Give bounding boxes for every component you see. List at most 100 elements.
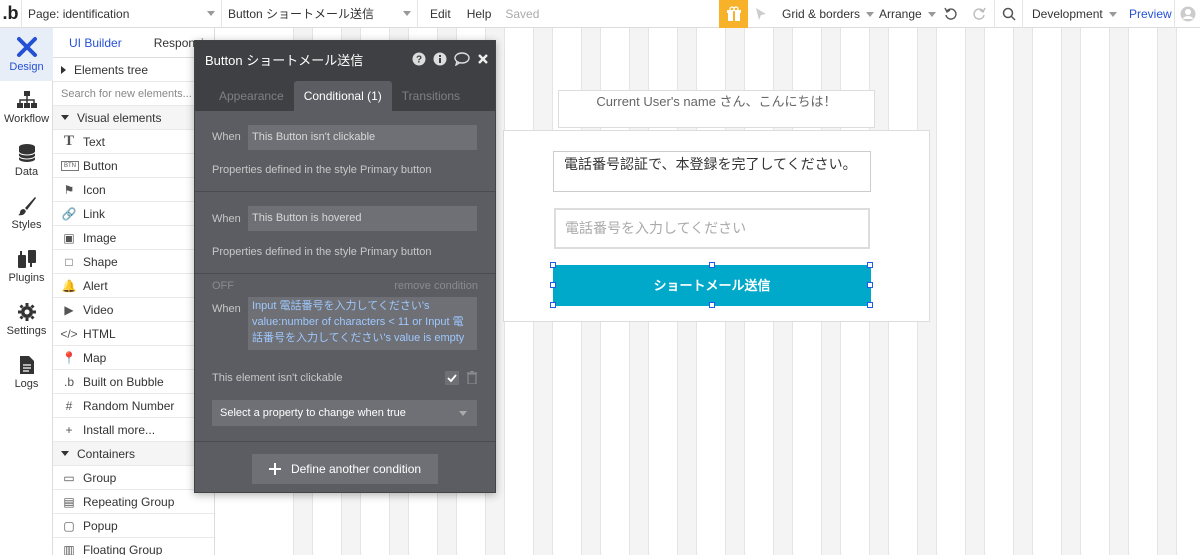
panel-title: Button ショートメール送信 xyxy=(205,52,364,68)
palette-item[interactable]: .b Built on Bubble xyxy=(53,370,214,394)
visual-elements-section[interactable]: Visual elements xyxy=(53,106,214,130)
condition-2-field[interactable]: This Button is hovered xyxy=(248,206,477,231)
palette-item[interactable]: 🔔 Alert xyxy=(53,274,214,298)
caret-down-icon xyxy=(61,115,69,120)
palette-item[interactable]: ▥ Floating Group xyxy=(53,538,214,555)
palette-item[interactable]: ▣ Image xyxy=(53,226,214,250)
nav-plugins[interactable]: Plugins xyxy=(0,240,53,293)
palette-item[interactable]: ▭ Group xyxy=(53,466,214,490)
palette-item[interactable]: + Install more... xyxy=(53,418,214,442)
condition-3-expression[interactable]: Input 電話番号を入力してください's value:number of ch… xyxy=(248,297,477,350)
palette-item[interactable]: 🔗 Link xyxy=(53,202,214,226)
palette-item[interactable]: □ Shape xyxy=(53,250,214,274)
environment-select[interactable]: Development xyxy=(1032,0,1117,28)
greeting-text[interactable]: Current User's name さん、こんにちは！ xyxy=(558,90,875,128)
grid-column xyxy=(1061,28,1081,555)
resize-handle[interactable] xyxy=(709,262,715,268)
top-bar: .b Page: identification Button ショートメール送信… xyxy=(0,0,1200,28)
user-avatar[interactable] xyxy=(1180,0,1196,28)
page-select[interactable]: Page: identification xyxy=(22,0,222,28)
element-search-input[interactable]: Search for new elements... xyxy=(53,82,214,106)
palette-item[interactable]: T Text xyxy=(53,130,214,154)
plugins-icon xyxy=(17,250,36,268)
palette-item[interactable]: 📍 Map xyxy=(53,346,214,370)
edit-menu[interactable]: Edit xyxy=(422,7,459,21)
resize-handle[interactable] xyxy=(550,262,556,268)
nav-design[interactable]: Design xyxy=(0,28,53,81)
panel-tabs: Appearance Conditional (1) Transitions xyxy=(195,77,495,111)
palette-tabs: UI Builder Responsive xyxy=(53,28,214,58)
styles-icon xyxy=(17,197,36,216)
nav-workflow[interactable]: Workflow xyxy=(0,81,53,134)
undo-button[interactable] xyxy=(944,0,958,28)
arrange-menu[interactable]: Arrange xyxy=(879,0,936,28)
condition-1-field[interactable]: This Button isn't clickable xyxy=(248,125,477,150)
phone-input[interactable]: 電話番号を入力してください xyxy=(554,208,870,249)
search-button[interactable] xyxy=(1002,0,1016,28)
condition-2-properties[interactable]: Properties defined in the style Primary … xyxy=(212,246,432,258)
bubble-logo[interactable]: .b xyxy=(0,0,22,28)
saved-status: Saved xyxy=(505,6,540,21)
cursor-icon xyxy=(756,8,766,20)
tab-conditional[interactable]: Conditional (1) xyxy=(293,81,392,111)
remove-condition-link[interactable]: remove condition xyxy=(394,280,478,292)
gift-button[interactable] xyxy=(719,0,748,28)
palette-item[interactable]: ▢ Popup xyxy=(53,514,214,538)
resize-handle[interactable] xyxy=(867,262,873,268)
trash-icon[interactable] xyxy=(467,371,477,384)
send-sms-button[interactable]: ショートメール送信 xyxy=(553,265,871,306)
tab-transitions[interactable]: Transitions xyxy=(392,81,470,111)
grid-borders-menu[interactable]: Grid & borders xyxy=(782,0,875,28)
close-icon[interactable] xyxy=(477,53,489,65)
caret-right-icon xyxy=(61,65,66,74)
palette-item[interactable]: ▶ Video xyxy=(53,298,214,322)
palette-item-label: Text xyxy=(83,134,106,149)
element-select[interactable]: Button ショートメール送信 xyxy=(222,0,418,28)
nav-data[interactable]: Data xyxy=(0,134,53,187)
redo-button[interactable] xyxy=(972,0,986,28)
element-palette: UI Builder Responsive Elements tree Sear… xyxy=(53,28,215,555)
grid-column xyxy=(1157,28,1177,555)
palette-item-label: Install more... xyxy=(83,422,156,437)
containers-section[interactable]: Containers xyxy=(53,442,214,466)
nav-logs[interactable]: Logs xyxy=(0,346,53,399)
elements-tree-toggle[interactable]: Elements tree xyxy=(53,58,214,82)
resize-handle[interactable] xyxy=(550,282,556,288)
resize-handle[interactable] xyxy=(709,302,715,308)
comment-icon[interactable] xyxy=(454,52,470,66)
palette-item[interactable]: ▤ Repeating Group xyxy=(53,490,214,514)
palette-item[interactable]: # Random Number xyxy=(53,394,214,418)
nav-settings[interactable]: Settings xyxy=(0,293,53,346)
page-select-label: Page: identification xyxy=(28,6,130,21)
plus-icon xyxy=(268,463,281,475)
tab-appearance[interactable]: Appearance xyxy=(209,81,294,111)
cursor-tool[interactable] xyxy=(754,0,768,28)
settings-icon xyxy=(17,303,36,321)
preview-link[interactable]: Preview xyxy=(1129,0,1172,28)
define-condition-button[interactable]: Define another condition xyxy=(252,454,438,484)
condition-1-properties[interactable]: Properties defined in the style Primary … xyxy=(212,164,432,176)
instruction-text[interactable]: 電話番号認証で、本登録を完了してください。 xyxy=(553,151,871,192)
resize-handle[interactable] xyxy=(867,302,873,308)
when-label: When xyxy=(212,213,241,225)
palette-item-label: Repeating Group xyxy=(83,494,175,509)
property-select[interactable]: Select a property to change when true xyxy=(212,400,477,426)
panel-title-bar[interactable]: Button ショートメール送信 ? xyxy=(195,41,495,77)
element-type-icon: 🔗 xyxy=(61,206,77,221)
help-icon[interactable]: ? xyxy=(412,52,426,66)
info-icon[interactable] xyxy=(433,52,447,66)
nav-styles[interactable]: Styles xyxy=(0,187,53,240)
tab-ui-builder[interactable]: UI Builder xyxy=(53,28,138,57)
element-type-icon: ▭ xyxy=(63,470,75,485)
design-icon xyxy=(16,37,37,57)
element-type-icon: 📍 xyxy=(61,350,77,365)
help-menu[interactable]: Help xyxy=(459,7,500,21)
resize-handle[interactable] xyxy=(867,282,873,288)
not-clickable-checkbox[interactable] xyxy=(445,371,459,385)
palette-item[interactable]: BTN Button xyxy=(53,154,214,178)
palette-item[interactable]: ⚑ Icon xyxy=(53,178,214,202)
resize-handle[interactable] xyxy=(550,302,556,308)
grid-column xyxy=(965,28,985,555)
palette-item[interactable]: </> HTML xyxy=(53,322,214,346)
caret-down-icon xyxy=(61,451,69,456)
